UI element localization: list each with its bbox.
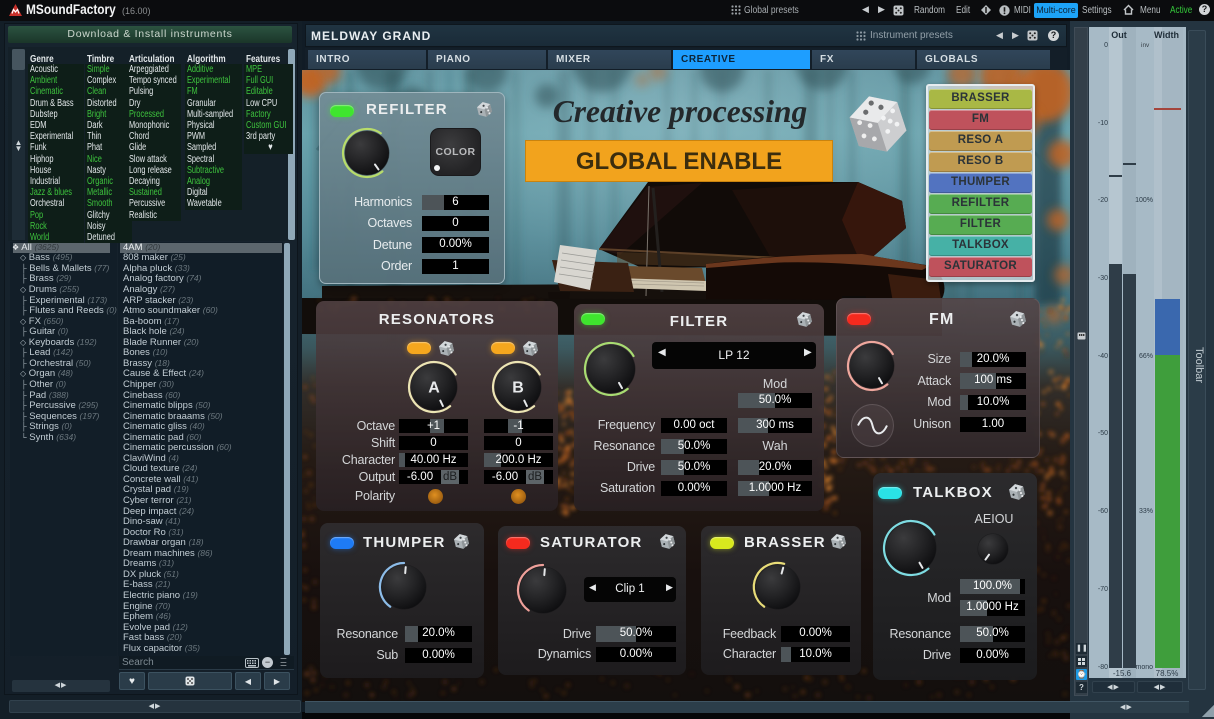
svg-text:A: A <box>428 380 440 397</box>
svg-text:B: B <box>512 380 524 397</box>
